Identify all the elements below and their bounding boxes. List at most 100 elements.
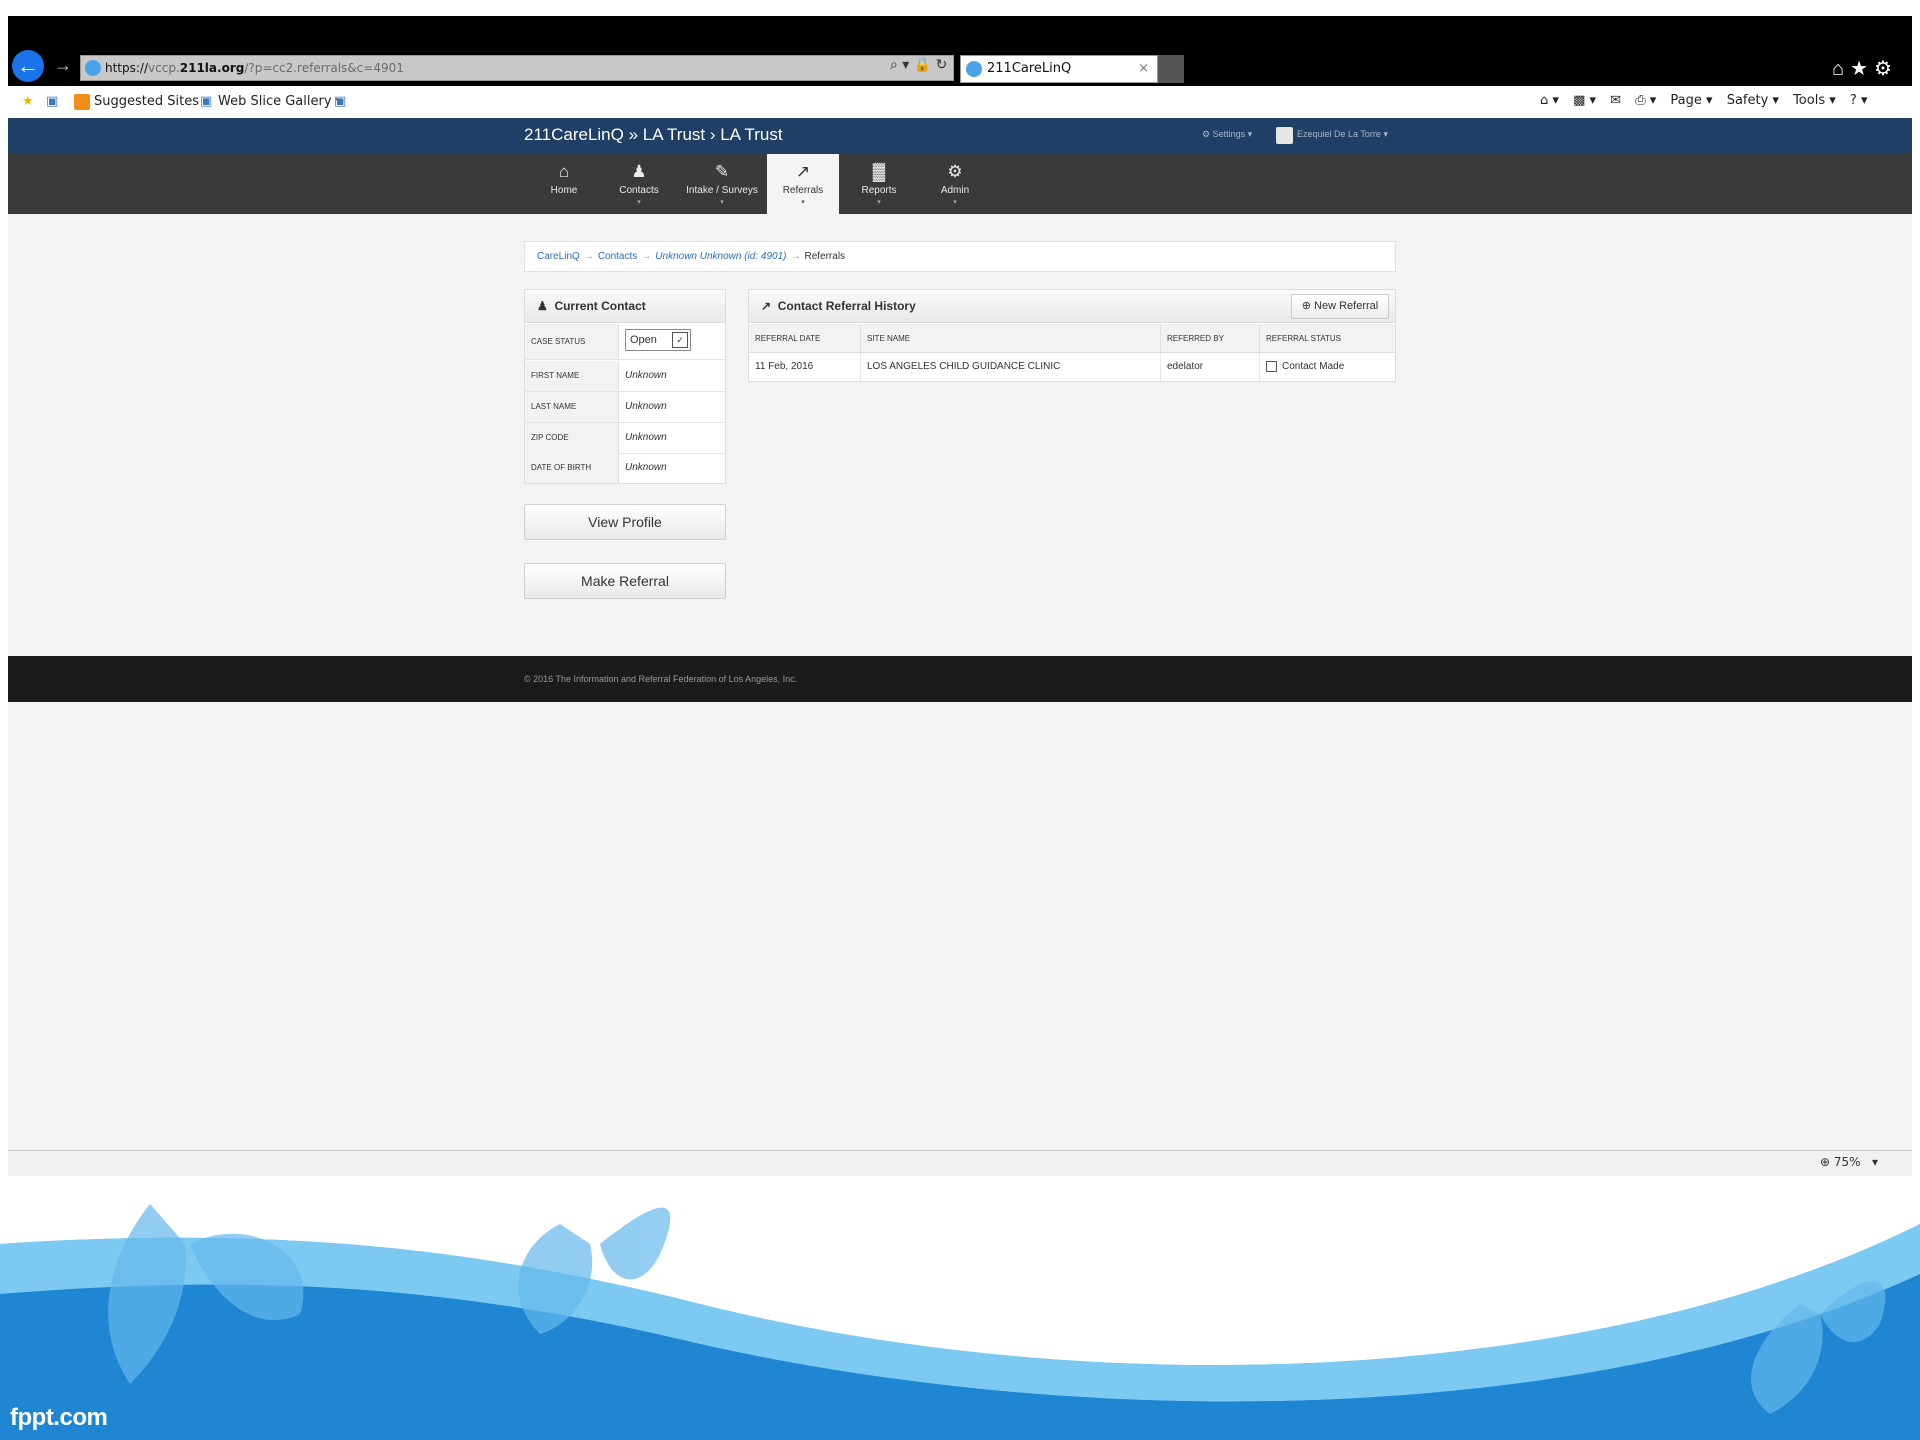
zip-code-row: ZIP CODE Unknown [525, 423, 725, 454]
nav-admin[interactable]: ⚙ Admin ▾ [924, 154, 986, 214]
chevron-down-icon: ▾ [801, 199, 805, 206]
address-bar[interactable]: https://vccp.211la.org/?p=cc2.referrals&… [80, 55, 954, 81]
nav-contacts[interactable]: ♟ Contacts ▾ [608, 154, 670, 214]
first-name-label: FIRST NAME [525, 361, 619, 391]
nav-referrals[interactable]: ↗ Referrals ▾ [767, 154, 839, 214]
case-status-row: CASE STATUS Open ✓ [525, 324, 725, 360]
nav-home[interactable]: ⌂ Home [534, 154, 594, 214]
ie-page-icon [85, 60, 101, 76]
user-menu[interactable]: Ezequiel De La Torre ▾ [1297, 129, 1388, 140]
row-referred-by: edelator [1161, 353, 1260, 381]
referral-history-title: Contact Referral History [777, 299, 916, 313]
new-tab-button[interactable] [1158, 55, 1184, 83]
breadcrumb-separator: → [583, 251, 594, 262]
forward-arrow-icon[interactable]: → [54, 55, 72, 76]
chevron-down-icon: ▾ [720, 199, 724, 206]
settings-menu[interactable]: ⚙ Settings ▾ [1202, 129, 1252, 140]
current-contact-panel: ♟ Current Contact CASE STATUS Open ✓ FIR… [524, 289, 726, 484]
external-link-icon: ↗ [795, 162, 811, 181]
case-status-value: Open [630, 334, 657, 346]
tools-menu[interactable]: Tools ▾ [1793, 93, 1836, 108]
site-credit: fppt.com [10, 1404, 108, 1431]
butterfly-wave-banner [0, 1184, 1920, 1440]
chevron-down-icon: ▾ [877, 199, 881, 206]
zoom-control[interactable]: ⊕ 75% ▾ [1820, 1155, 1878, 1169]
gears-icon: ⚙ [947, 162, 963, 181]
web-slice-icon: ▣ [200, 94, 213, 109]
feeds-icon[interactable]: ▩ ▾ [1573, 93, 1596, 108]
breadcrumb-separator: → [641, 251, 652, 262]
zip-code-value: Unknown [625, 432, 667, 443]
home-favorites-tools-icons[interactable]: ⌂★⚙ [1832, 56, 1898, 81]
breadcrumb: CareLinQ → Contacts → Unknown Unknown (id: 4… [524, 241, 1396, 272]
avatar[interactable] [1276, 127, 1293, 144]
case-status-select[interactable]: Open ✓ [625, 329, 691, 351]
app-footer [8, 656, 1912, 702]
make-referral-button[interactable]: Make Referral [524, 563, 726, 599]
page-menu[interactable]: Page ▾ [1670, 93, 1712, 108]
contact-made-checkbox[interactable] [1266, 360, 1277, 372]
home-icon[interactable]: ⌂ ▾ [1540, 93, 1559, 108]
col-site-name[interactable]: SITE NAME [861, 324, 1161, 353]
ie-page-icon[interactable]: ▣ [334, 94, 346, 109]
bar-chart-icon: ▓ [872, 162, 886, 181]
edit-icon: ✎ [714, 162, 730, 181]
web-slice-gallery-link[interactable]: Web Slice Gallery ▾ [218, 94, 342, 109]
favorites-star-icon[interactable]: ★ [22, 94, 34, 109]
nav-admin-label: Admin [940, 185, 970, 196]
nav-intake-surveys[interactable]: ✎ Intake / Surveys ▾ [681, 154, 763, 214]
suggested-sites-link[interactable]: Suggested Sites ▾ [94, 94, 210, 109]
browser-top-margin [0, 0, 1920, 16]
breadcrumb-contact[interactable]: Unknown Unknown (id: 4901) [655, 251, 786, 262]
help-menu[interactable]: ? ▾ [1850, 93, 1868, 108]
tab-favicon-icon [966, 61, 982, 77]
tab-close-icon[interactable]: × [1138, 56, 1149, 82]
zoom-value: 75% [1833, 1155, 1861, 1169]
home-icon: ⌂ [558, 162, 570, 181]
breadcrumb-contacts[interactable]: Contacts [598, 251, 637, 262]
current-contact-header: ♟ Current Contact [525, 290, 725, 323]
url-scheme: https:// [105, 61, 149, 75]
nav-contacts-label: Contacts [619, 185, 659, 196]
browser-tab[interactable]: 211CareLinQ × [960, 55, 1158, 83]
row-site-name[interactable]: LOS ANGELES CHILD GUIDANCE CLINIC [861, 353, 1161, 381]
nav-reports[interactable]: ▓ Reports ▾ [846, 154, 912, 214]
print-icon[interactable]: ⎙ ▾ [1635, 93, 1656, 108]
tab-title: 211CareLinQ [987, 61, 1072, 76]
breadcrumb-current: Referrals [804, 251, 846, 262]
suggested-sites-icon [74, 94, 90, 110]
ie-page-icon[interactable]: ▣ [46, 94, 58, 109]
chevron-down-icon: ▾ [1864, 1155, 1879, 1169]
app-brand-title[interactable]: 211CareLinQ » LA Trust › LA Trust [524, 125, 783, 145]
last-name-label: LAST NAME [525, 392, 619, 422]
chevron-down-icon: ✓ [672, 332, 688, 348]
case-status-label: CASE STATUS [525, 324, 619, 359]
col-referral-date[interactable]: REFERRAL DATE [749, 324, 861, 353]
col-referred-by[interactable]: REFERRED BY [1161, 324, 1260, 353]
back-arrow-icon[interactable]: ← [12, 50, 44, 82]
first-name-row: FIRST NAME Unknown [525, 361, 725, 392]
referral-history-header: ↗ Contact Referral History ⊕ New Referra… [749, 290, 1395, 323]
mail-icon[interactable]: ✉ [1610, 93, 1621, 108]
current-contact-title: Current Contact [554, 299, 646, 313]
zip-code-label: ZIP CODE [525, 423, 619, 453]
view-profile-button[interactable]: View Profile [524, 504, 726, 540]
last-name-row: LAST NAME Unknown [525, 392, 725, 423]
last-name-value: Unknown [625, 401, 667, 412]
safety-menu[interactable]: Safety ▾ [1727, 93, 1779, 108]
url-domain: 211la.org [179, 61, 245, 75]
url-path: /?p=cc2.referrals&c=4901 [244, 61, 404, 75]
referral-status-value: Contact Made [1282, 361, 1345, 372]
nav-reports-label: Reports [861, 185, 897, 196]
user-icon: ♟ [537, 299, 548, 313]
nav-intake-label: Intake / Surveys [686, 185, 758, 196]
col-referral-status[interactable]: REFERRAL STATUS [1260, 324, 1395, 353]
url-subdomain: vccp. [148, 61, 180, 75]
row-referral-date: 11 Feb, 2016 [749, 353, 861, 381]
user-icon: ♟ [631, 162, 647, 181]
address-tools-icons[interactable]: ⌕ ▾ 🔒 ↻ [890, 57, 947, 73]
new-referral-button[interactable]: ⊕ New Referral [1291, 294, 1389, 319]
breadcrumb-carelinq[interactable]: CareLinQ [537, 251, 580, 262]
dob-label: DATE OF BIRTH [525, 453, 619, 483]
referral-history-panel: ↗ Contact Referral History ⊕ New Referra… [748, 289, 1396, 382]
